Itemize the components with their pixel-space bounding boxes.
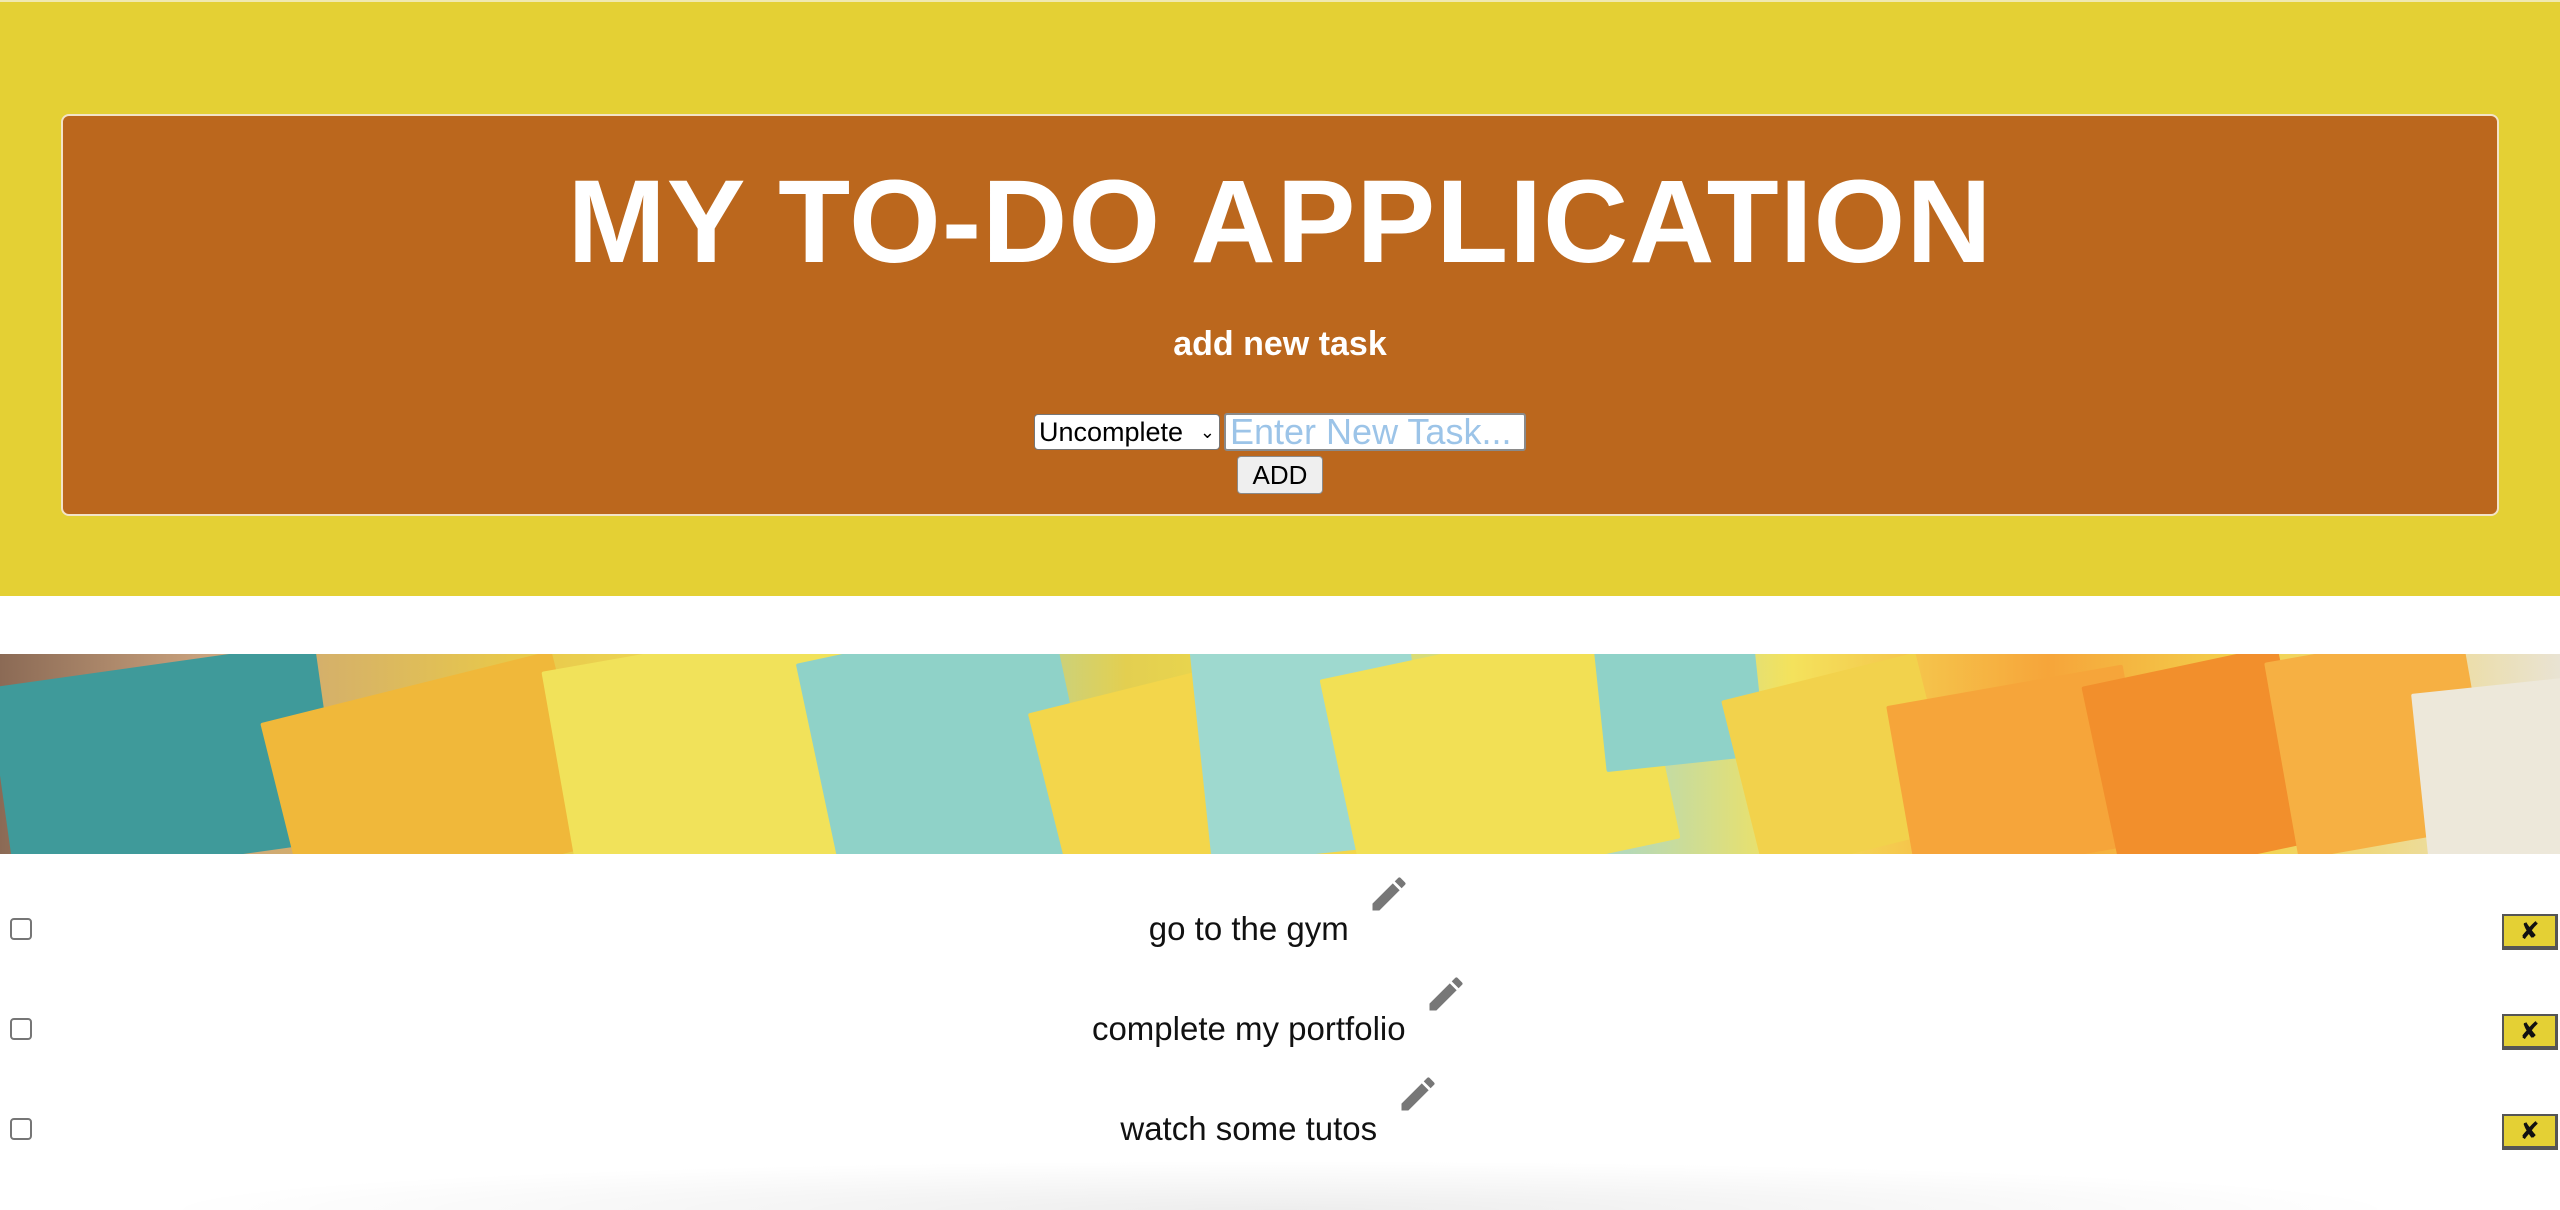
add-button[interactable]: ADD [1237, 456, 1323, 494]
task-text: watch some tutos [1120, 1110, 1378, 1147]
bottom-shadow [140, 1160, 2420, 1210]
sticky-notes-banner [0, 654, 2560, 854]
task-text: go to the gym [1148, 910, 1349, 947]
pencil-icon[interactable] [1367, 872, 1411, 916]
add-task-form: Uncomplete ⌄ [63, 412, 2497, 452]
task-item: watch some tutos [0, 1077, 2560, 1147]
task-item: go to the gym [0, 877, 2560, 947]
task-item: complete my portfolio [0, 977, 2560, 1047]
task-row: go to the gym ✘ [0, 877, 2560, 990]
status-select-value: Uncomplete [1039, 416, 1184, 447]
delete-task-button[interactable]: ✘ [2502, 914, 2558, 950]
sticky-note [2411, 675, 2560, 854]
add-task-heading: add new task [1173, 325, 1387, 363]
task-row: complete my portfolio ✘ [0, 977, 2560, 1090]
delete-task-button[interactable]: ✘ [2502, 1014, 2558, 1050]
pencil-icon[interactable] [1396, 1072, 1440, 1116]
pencil-icon[interactable] [1424, 972, 1468, 1016]
new-task-input[interactable] [1224, 413, 1526, 451]
status-select[interactable]: Uncomplete ⌄ [1034, 414, 1220, 450]
delete-task-button[interactable]: ✘ [2502, 1114, 2558, 1150]
app-panel: MY TO-DO APPLICATION add new task Uncomp… [61, 114, 2499, 516]
page-title: MY TO-DO APPLICATION [567, 156, 1993, 288]
header-band: MY TO-DO APPLICATION add new task Uncomp… [0, 0, 2560, 596]
task-text: complete my portfolio [1091, 1010, 1406, 1047]
chevron-down-icon: ⌄ [1199, 422, 1215, 442]
